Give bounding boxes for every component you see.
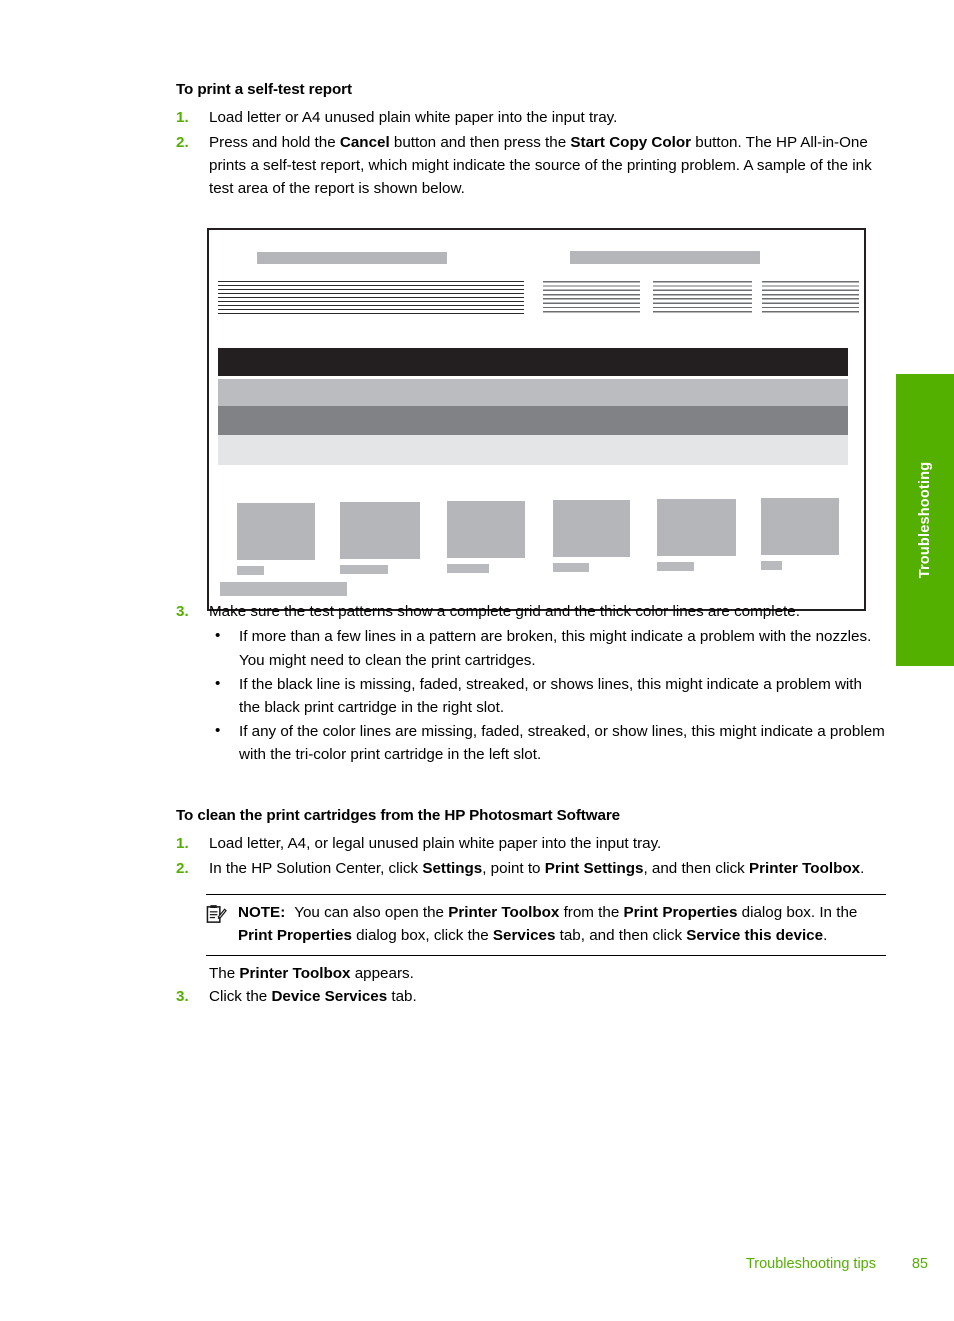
side-thumb-tab: Troubleshooting <box>896 374 954 666</box>
step-number: 1. <box>176 835 189 853</box>
body-text: tab. <box>387 987 417 1005</box>
body-text: If the black line is missing, faded, str… <box>239 675 862 716</box>
emphasis-text: Printer Toolbox <box>748 860 861 878</box>
note-label: NOTE: <box>238 904 286 922</box>
emphasis-text: Print Properties <box>623 904 738 922</box>
body-text: Press and hold the <box>209 134 340 152</box>
bullet-item: • If the black line is missing, faded, st… <box>209 673 886 719</box>
printer-toolbox-appears-text: The Printer Toolbox appears. <box>176 962 886 985</box>
bullet-item: • If any of the color lines are missing, … <box>209 720 886 766</box>
body-text: Click the <box>209 987 272 1005</box>
steps-list-clean-cartridges: 1. Load letter, A4, or legal unused plain… <box>176 832 886 880</box>
steps-list-device-services: 3. Click the Device Services tab. <box>176 985 886 1008</box>
body-text: The <box>209 964 240 982</box>
step-text: Load letter or A4 unused plain white pap… <box>209 109 617 126</box>
body-text: dialog box, click the <box>351 927 493 945</box>
step-item: 1. Load letter or A4 unused plain white p… <box>176 106 886 129</box>
sub-bullet-list: • If more than a few lines in a pattern a… <box>209 625 886 766</box>
body-text: , point to <box>482 860 545 878</box>
step-text: Press and hold the Cancel button and the… <box>209 134 872 197</box>
body-text: dialog box. In the <box>737 904 858 922</box>
step-item: 2. In the HP Solution Center, click Setti… <box>176 857 886 880</box>
manual-page: Troubleshooting To print a self-test rep… <box>0 0 954 1321</box>
body-text: If any of the color lines are missing, f… <box>239 722 885 763</box>
body-text: appears. <box>350 964 414 982</box>
step-item: 3. Make sure the test patterns show a com… <box>176 600 886 766</box>
note-clipboard-icon <box>206 904 227 925</box>
step-item: 2. Press and hold the Cancel button and t… <box>176 131 886 200</box>
emphasis-text: Printer Toolbox <box>448 904 560 922</box>
bullet-text: If more than a few lines in a pattern ar… <box>239 628 871 668</box>
body-text: Load letter or A4 unused plain white pap… <box>209 109 618 126</box>
body-text: , and then click <box>643 860 749 878</box>
footer-page-number: 85 <box>911 1256 928 1272</box>
heading-print-self-test-report: To print a self-test report <box>176 81 352 98</box>
bullet-text: If the black line is missing, faded, str… <box>239 676 862 716</box>
step-text: Make sure the test patterns show a compl… <box>209 603 800 620</box>
bullet-glyph: • <box>215 721 221 739</box>
bullet-item: • If more than a few lines in a pattern a… <box>209 625 886 671</box>
step-number: 1. <box>176 109 189 126</box>
step-item: 1. Load letter, A4, or legal unused plain… <box>176 832 886 855</box>
step-number: 2. <box>176 860 189 878</box>
body-text: You can also open the <box>294 904 449 922</box>
bullet-text: If any of the color lines are missing, f… <box>239 723 885 763</box>
steps-list-verify-patterns: 3. Make sure the test patterns show a com… <box>176 600 886 766</box>
emphasis-text: Printer Toolbox <box>239 964 351 982</box>
steps-list-print-self-test: 1. Load letter or A4 unused plain white p… <box>176 106 886 200</box>
step-number: 3. <box>176 987 189 1005</box>
emphasis-text: Cancel <box>339 134 390 152</box>
body-text: from the <box>559 904 624 922</box>
body-text: Load letter, A4, or legal unused plain w… <box>209 835 662 853</box>
emphasis-text: Device Services <box>271 987 388 1005</box>
bullet-glyph: • <box>215 674 221 692</box>
page-footer: Troubleshooting tips 85 <box>0 1256 954 1280</box>
step-text: Click the Device Services tab. <box>209 988 417 1005</box>
emphasis-text: Settings <box>422 860 483 878</box>
body-text: If more than a few lines in a pattern ar… <box>239 628 872 669</box>
step-number: 2. <box>176 134 189 152</box>
heading-clean-print-cartridges: To clean the print cartridges from the H… <box>176 807 620 825</box>
step-text: Load letter, A4, or legal unused plain w… <box>209 835 661 852</box>
step-number: 3. <box>176 603 189 621</box>
emphasis-text: Start Copy Color <box>570 134 692 152</box>
emphasis-text: Service this device <box>686 927 824 945</box>
body-text: In the HP Solution Center, click <box>209 860 423 878</box>
body-text: . <box>823 927 828 945</box>
emphasis-text: Print Properties <box>238 927 352 945</box>
step-item: 3. Click the Device Services tab. <box>176 985 886 1008</box>
page-content: To print a self-test report 1. Load lette… <box>176 80 886 1010</box>
note-body: NOTE: You can also open the Printer Toolb… <box>206 902 886 948</box>
side-thumb-tab-label: Troubleshooting <box>917 461 933 579</box>
body-text: . <box>860 860 865 878</box>
step-text: In the HP Solution Center, click Setting… <box>209 860 864 877</box>
emphasis-text: Services <box>492 927 556 945</box>
body-text: Make sure the test patterns show a compl… <box>209 603 800 621</box>
note-callout: NOTE: You can also open the Printer Toolb… <box>206 894 886 956</box>
footer-section-title: Troubleshooting tips <box>745 1256 876 1272</box>
bullet-glyph: • <box>215 627 221 645</box>
emphasis-text: Print Settings <box>544 860 644 878</box>
note-text: You can also open the Printer Toolbox fr… <box>238 904 857 944</box>
body-text: tab, and then click <box>555 927 687 945</box>
body-text: button and then press the <box>389 134 571 152</box>
figure-spacer <box>176 202 886 600</box>
